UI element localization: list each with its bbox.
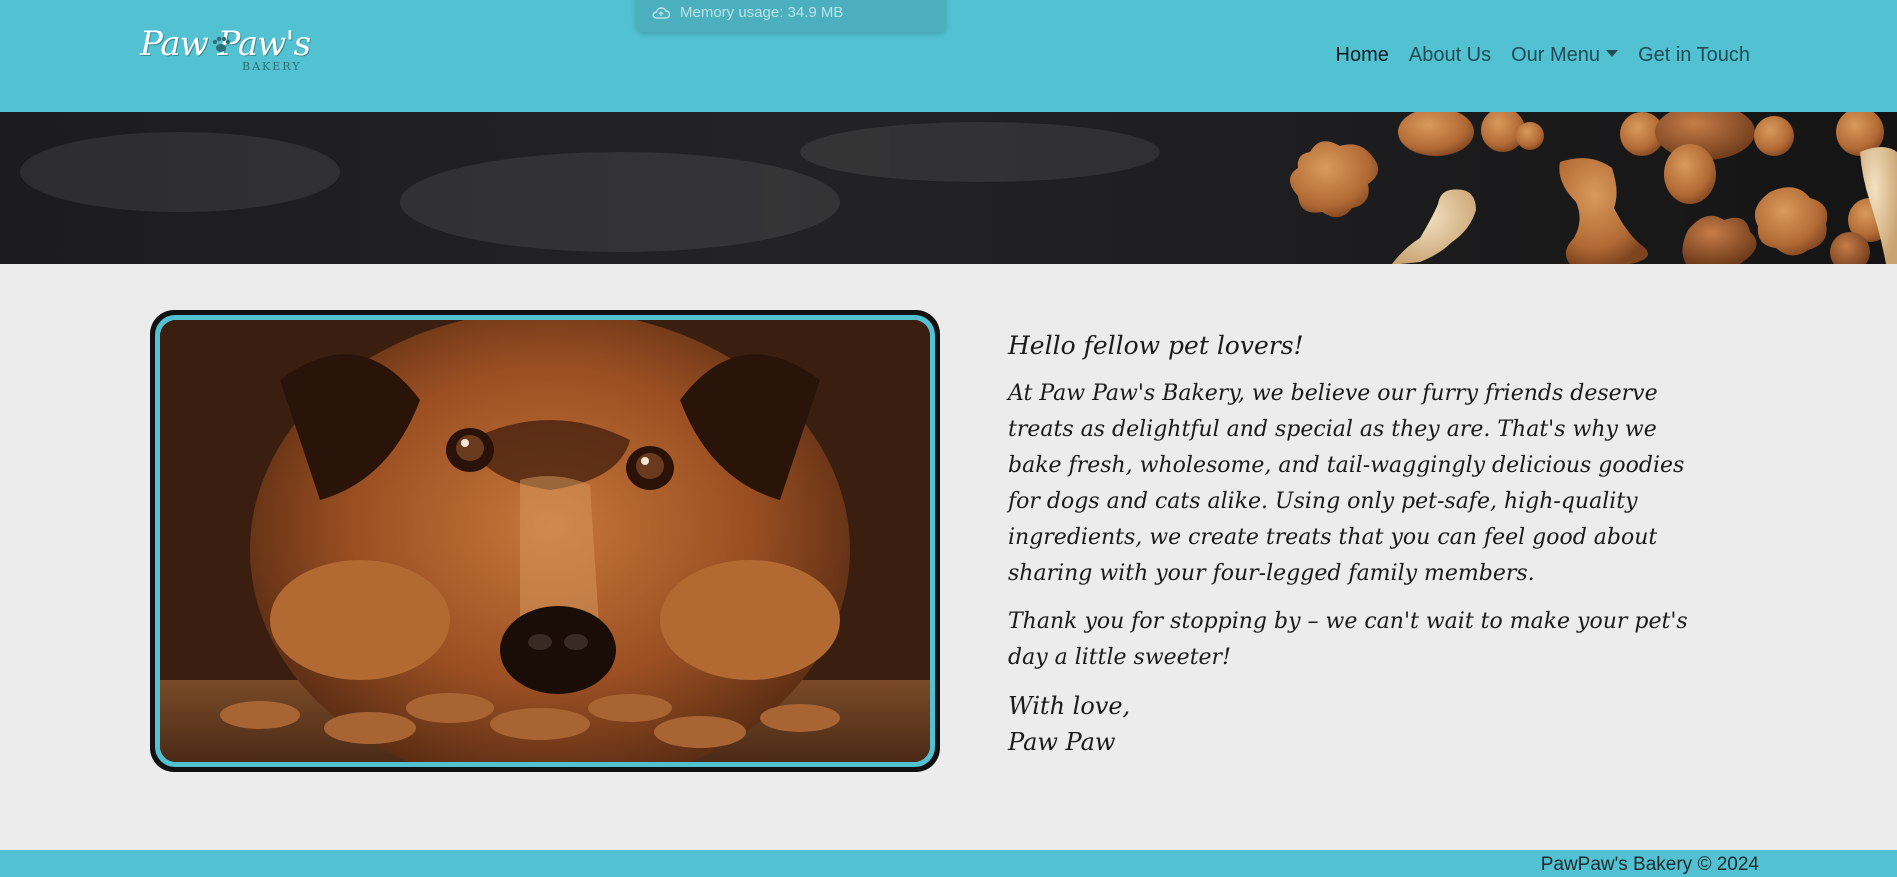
memory-usage-toast: Memory usage: 34.9 MB	[636, 0, 946, 32]
nav-get-in-touch[interactable]: Get in Touch	[1638, 44, 1750, 67]
main-nav: Home About Us Our Menu Get in Touch	[1336, 44, 1751, 67]
nav-our-menu-label: Our Menu	[1511, 44, 1601, 66]
nav-our-menu[interactable]: Our Menu	[1511, 44, 1619, 67]
dog-illustration	[160, 320, 930, 762]
hero-banner	[0, 112, 1897, 264]
signoff-name: Paw Paw	[1008, 728, 1116, 756]
nav-home[interactable]: Home	[1336, 44, 1389, 67]
welcome-text: Hello fellow pet lovers! At Paw Paw's Ba…	[1008, 328, 1708, 760]
logo-subtitle: BAKERY	[242, 60, 302, 73]
footer-copyright: PawPaw's Bakery © 2024	[1540, 854, 1759, 875]
cloud-icon	[652, 7, 670, 19]
signoff-line: With love,	[1008, 692, 1131, 720]
memory-usage-text: Memory usage: 34.9 MB	[680, 4, 844, 21]
greeting: Hello fellow pet lovers!	[1008, 331, 1304, 360]
dog-treats-image	[20, 112, 1897, 264]
intro-paragraph: At Paw Paw's Bakery, we believe our furr…	[1008, 381, 1685, 586]
nav-about-us[interactable]: About Us	[1409, 44, 1491, 67]
navbar: Paw Paw's BAKERY Memory usage: 34.9 MB H…	[0, 0, 1897, 112]
chevron-down-icon	[1606, 50, 1619, 57]
thanks-paragraph: Thank you for stopping by – we can't wai…	[1008, 609, 1688, 670]
dog-photo	[160, 320, 930, 762]
dog-photo-frame	[150, 310, 940, 772]
paw-icon	[212, 36, 231, 52]
logo[interactable]: Paw Paw's BAKERY	[140, 24, 320, 80]
photo-border	[155, 315, 935, 767]
footer: PawPaw's Bakery © 2024	[0, 850, 1897, 877]
